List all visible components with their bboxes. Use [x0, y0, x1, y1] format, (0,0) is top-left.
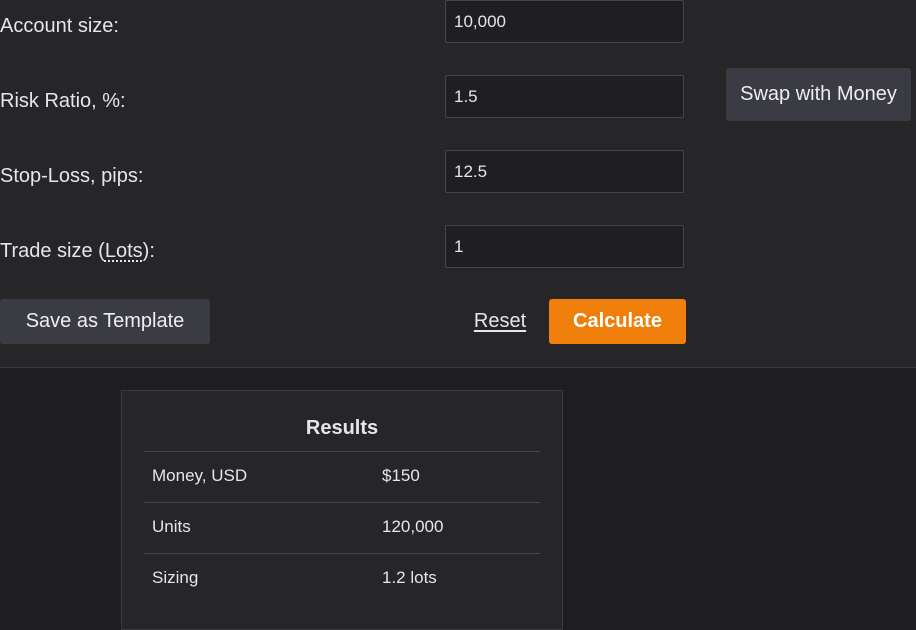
risk-ratio-label: Risk Ratio, %: [0, 90, 126, 112]
stop-loss-input[interactable] [445, 150, 684, 193]
trade-size-label-prefix: Trade size ( [0, 240, 105, 262]
results-card: Results Money, USD $150 Units 120,000 Si… [121, 390, 563, 630]
results-key-sizing: Sizing [152, 568, 199, 587]
results-row: Units 120,000 [144, 502, 540, 553]
results-table: Money, USD $150 Units 120,000 Sizing 1.2… [144, 451, 540, 604]
results-value-money: $150 [382, 466, 420, 485]
risk-ratio-input[interactable] [445, 75, 684, 118]
calculate-button[interactable]: Calculate [549, 299, 686, 344]
calculator-form: Account size: Risk Ratio, %: Swap with M… [0, 0, 916, 368]
stop-loss-label: Stop-Loss, pips: [0, 165, 144, 187]
lots-abbreviation[interactable]: Lots [105, 240, 143, 262]
results-value-units: 120,000 [382, 517, 444, 536]
results-key-money: Money, USD [152, 466, 248, 485]
trade-size-input[interactable] [445, 225, 684, 268]
reset-button[interactable]: Reset [470, 299, 530, 344]
save-as-template-button[interactable]: Save as Template [0, 299, 210, 344]
results-row: Sizing 1.2 lots [144, 553, 540, 604]
swap-with-money-button[interactable]: Swap with Money [726, 68, 911, 121]
trade-size-label: Trade size (Lots): [0, 239, 155, 263]
results-value-sizing: 1.2 lots [382, 568, 437, 587]
account-size-input[interactable] [445, 0, 684, 43]
account-size-label: Account size: [0, 15, 119, 37]
results-key-units: Units [152, 517, 191, 536]
results-title: Results [305, 417, 379, 439]
trade-size-label-suffix: ): [142, 240, 155, 262]
results-row: Money, USD $150 [144, 451, 540, 502]
